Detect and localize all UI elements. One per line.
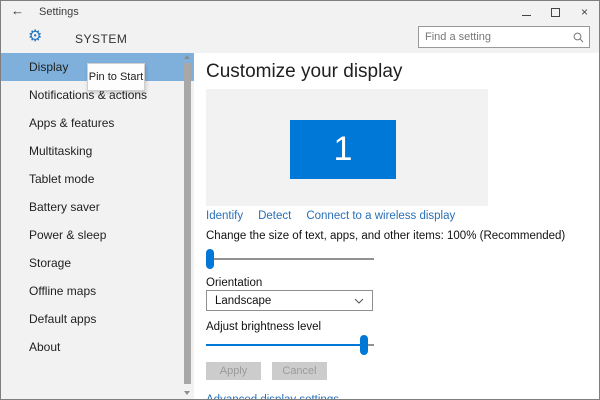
back-icon[interactable]: ←: [11, 3, 24, 18]
scale-slider-handle[interactable]: [206, 249, 214, 269]
monitor-1[interactable]: 1: [290, 120, 396, 179]
sidebar-item-multitasking[interactable]: Multitasking: [1, 137, 194, 165]
main-content: Customize your display 1 Identify Detect…: [194, 53, 599, 399]
settings-window: ← Settings × ⚙ SYSTEM Customize your dis…: [0, 0, 600, 400]
sidebar-scrollbar[interactable]: [183, 53, 192, 397]
scale-slider-track[interactable]: [206, 258, 374, 260]
pin-to-start-menu-item[interactable]: Pin to Start: [89, 71, 143, 83]
orientation-label: Orientation: [206, 277, 263, 289]
titlebar: ← Settings ×: [1, 1, 599, 23]
sidebar-item-apps-features[interactable]: Apps & features: [1, 109, 194, 137]
close-icon: ×: [580, 5, 588, 19]
scrollbar-down-icon[interactable]: [184, 391, 190, 395]
monitor-number-label: 1: [333, 130, 353, 168]
sidebar-item-about[interactable]: About: [1, 333, 194, 361]
section-heading: Customize your display: [206, 61, 403, 82]
brightness-slider[interactable]: [206, 335, 374, 355]
scrollbar-thumb[interactable]: [184, 63, 191, 384]
brightness-slider-handle[interactable]: [359, 335, 368, 355]
scrollbar-up-icon[interactable]: [184, 55, 190, 59]
cancel-button[interactable]: Cancel: [272, 362, 327, 380]
sidebar-item-battery-saver[interactable]: Battery saver: [1, 193, 194, 221]
close-button[interactable]: ×: [570, 1, 599, 23]
search-box: [418, 26, 590, 48]
sidebar-item-storage[interactable]: Storage: [1, 249, 194, 277]
search-icon[interactable]: [573, 32, 584, 43]
window-controls: ×: [512, 1, 599, 23]
window-title: Settings: [39, 6, 79, 18]
sidebar-item-default-apps[interactable]: Default apps: [1, 305, 194, 333]
advanced-display-settings-link[interactable]: Advanced display settings: [206, 394, 339, 399]
sidebar: Display Notifications & actions Apps & f…: [1, 53, 194, 399]
orientation-dropdown[interactable]: Landscape: [206, 290, 373, 311]
maximize-button[interactable]: [541, 1, 570, 23]
gear-icon: ⚙: [28, 26, 43, 45]
page-title: SYSTEM: [75, 32, 128, 46]
connect-wireless-display-link[interactable]: Connect to a wireless display: [306, 210, 455, 222]
scale-slider[interactable]: [206, 249, 374, 269]
detect-link[interactable]: Detect: [258, 210, 291, 222]
orientation-selected-value: Landscape: [215, 294, 272, 307]
apply-button[interactable]: Apply: [206, 362, 261, 380]
action-buttons-row: Apply Cancel: [206, 362, 327, 380]
display-preview-panel: 1: [206, 89, 488, 206]
display-links-row: Identify Detect Connect to a wireless di…: [206, 210, 455, 222]
sidebar-item-power-sleep[interactable]: Power & sleep: [1, 221, 194, 249]
minimize-icon: [522, 14, 531, 16]
minimize-button[interactable]: [512, 1, 541, 23]
sidebar-item-tablet-mode[interactable]: Tablet mode: [1, 165, 194, 193]
identify-link[interactable]: Identify: [206, 210, 243, 222]
sidebar-item-offline-maps[interactable]: Offline maps: [1, 277, 194, 305]
maximize-icon: [551, 7, 560, 17]
chevron-down-icon: [354, 298, 364, 304]
brightness-slider-label: Adjust brightness level: [206, 321, 322, 333]
search-input[interactable]: [419, 31, 573, 43]
brightness-slider-fill: [206, 344, 368, 346]
scale-slider-label: Change the size of text, apps, and other…: [206, 230, 566, 242]
context-menu: Pin to Start: [87, 63, 145, 91]
